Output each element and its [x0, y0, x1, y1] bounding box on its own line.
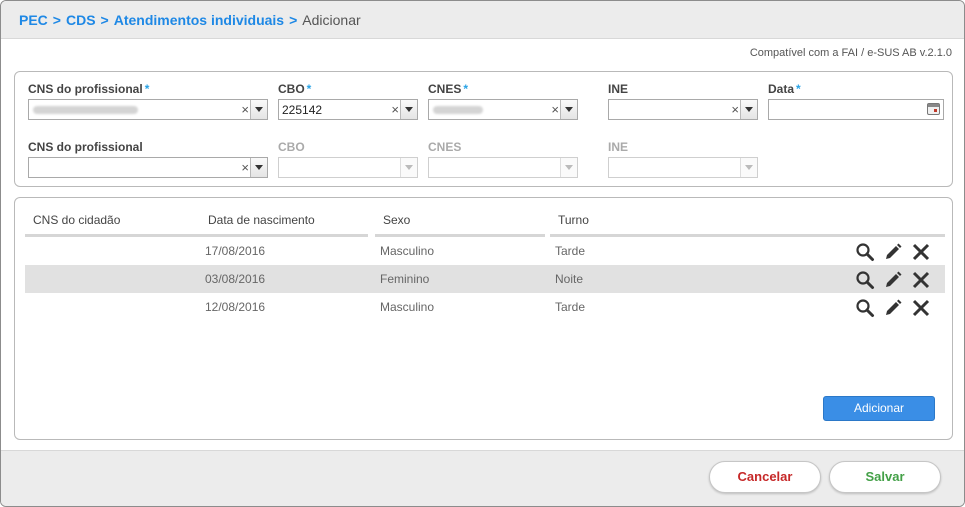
row-actions	[855, 242, 935, 262]
cnes-label: CNES *	[428, 82, 469, 96]
redacted-value	[433, 106, 483, 114]
breadcrumb-separator: >	[52, 12, 61, 28]
column-header-turno[interactable]: Turno	[558, 213, 589, 227]
cell-sexo: Masculino	[380, 300, 435, 314]
breadcrumb-separator: >	[100, 12, 109, 28]
required-icon: *	[144, 82, 150, 96]
chevron-down-icon[interactable]	[400, 100, 417, 119]
row-actions	[855, 298, 935, 318]
required-icon: *	[463, 82, 469, 96]
clear-icon[interactable]: ×	[241, 160, 249, 175]
chevron-down-icon[interactable]	[250, 158, 267, 177]
modal-window: PEC > CDS > Atendimentos individuais > Adicion…	[0, 0, 965, 507]
cell-nascimento: 03/08/2016	[205, 272, 266, 286]
ine-label: INE	[608, 140, 629, 154]
cell-sexo: Masculino	[380, 244, 435, 258]
cell-nascimento: 12/08/2016	[205, 300, 266, 314]
field-cns-profissional-2: CNS do profissional ×	[28, 140, 268, 178]
close-icon[interactable]	[911, 242, 931, 262]
ine-select[interactable]: ×	[608, 99, 758, 120]
cbo-label: CBO *	[278, 82, 312, 96]
field-cbo-2: CBO	[278, 140, 418, 178]
footer-bar: Cancelar Salvar	[1, 450, 964, 506]
cbo-select-disabled	[278, 157, 418, 178]
required-icon: *	[306, 82, 312, 96]
table-row: 17/08/2016 Masculino Tarde	[25, 237, 945, 265]
cns-label: CNS do profissional	[28, 140, 143, 154]
row-actions	[855, 270, 935, 290]
cell-turno: Tarde	[555, 244, 586, 258]
add-button[interactable]: Adicionar	[823, 396, 935, 421]
cns-select[interactable]: ×	[28, 99, 268, 120]
data-label: Data *	[768, 82, 801, 96]
table-row: 03/08/2016 Feminino Noite	[25, 265, 945, 293]
field-ine-1: INE ×	[608, 82, 758, 120]
cancel-button[interactable]: Cancelar	[709, 461, 821, 493]
field-data: Data *	[768, 82, 944, 120]
cell-turno: Tarde	[555, 300, 586, 314]
column-header-cns[interactable]: CNS do cidadão	[33, 213, 120, 227]
field-cbo-1: CBO * 225142 ×	[278, 82, 418, 120]
chevron-down-icon	[740, 158, 757, 177]
column-header-sexo[interactable]: Sexo	[383, 213, 410, 227]
cell-sexo: Feminino	[380, 272, 430, 286]
chevron-down-icon	[560, 158, 577, 177]
cns-select[interactable]: ×	[28, 157, 268, 178]
cnes-select-disabled	[428, 157, 578, 178]
close-icon[interactable]	[911, 298, 931, 318]
breadcrumb: PEC > CDS > Atendimentos individuais > Adicion…	[19, 12, 361, 28]
breadcrumb-pec[interactable]: PEC	[19, 12, 48, 28]
clear-icon[interactable]: ×	[241, 102, 249, 117]
pencil-icon[interactable]	[883, 270, 903, 290]
close-icon[interactable]	[911, 270, 931, 290]
header-bar: PEC > CDS > Atendimentos individuais > Adicion…	[1, 1, 964, 39]
pencil-icon[interactable]	[883, 242, 903, 262]
breadcrumb-atendimentos[interactable]: Atendimentos individuais	[114, 12, 284, 28]
save-button[interactable]: Salvar	[829, 461, 941, 493]
search-icon[interactable]	[855, 270, 875, 290]
ine-label: INE	[608, 82, 629, 96]
compatibility-note: Compatível com a FAI / e-SUS AB v.2.1.0	[749, 47, 952, 59]
date-input[interactable]	[768, 99, 944, 120]
cbo-select[interactable]: 225142 ×	[278, 99, 418, 120]
chevron-down-icon[interactable]	[560, 100, 577, 119]
search-icon[interactable]	[855, 298, 875, 318]
field-cns-profissional-1: CNS do profissional * ×	[28, 82, 268, 120]
cns-label: CNS do profissional *	[28, 82, 150, 96]
field-ine-2: INE	[608, 140, 758, 178]
ine-select-disabled	[608, 157, 758, 178]
cell-turno: Noite	[555, 272, 584, 286]
calendar-icon[interactable]	[927, 103, 940, 115]
pencil-icon[interactable]	[883, 298, 903, 318]
table-row: 12/08/2016 Masculino Tarde	[25, 293, 945, 321]
chevron-down-icon[interactable]	[250, 100, 267, 119]
professional-form-panel: CNS do profissional * × CBO * 225142 × CNE…	[14, 71, 953, 187]
breadcrumb-cds[interactable]: CDS	[66, 12, 96, 28]
field-cnes-2: CNES	[428, 140, 578, 178]
cnes-label: CNES	[428, 140, 462, 154]
cell-nascimento: 17/08/2016	[205, 244, 266, 258]
cbo-label: CBO	[278, 140, 305, 154]
clear-icon[interactable]: ×	[731, 102, 739, 117]
breadcrumb-current: Adicionar	[302, 12, 361, 28]
field-cnes-1: CNES * ×	[428, 82, 578, 120]
required-icon: *	[796, 82, 801, 96]
chevron-down-icon[interactable]	[740, 100, 757, 119]
chevron-down-icon	[400, 158, 417, 177]
cnes-select[interactable]: ×	[428, 99, 578, 120]
column-header-nascimento[interactable]: Data de nascimento	[208, 213, 315, 227]
redacted-value	[33, 106, 138, 114]
search-icon[interactable]	[855, 242, 875, 262]
breadcrumb-separator: >	[289, 12, 298, 28]
cbo-value: 225142	[282, 103, 323, 117]
clear-icon[interactable]: ×	[391, 102, 399, 117]
citizens-table-panel: CNS do cidadão Data de nascimento Sexo T…	[14, 197, 953, 440]
clear-icon[interactable]: ×	[551, 102, 559, 117]
